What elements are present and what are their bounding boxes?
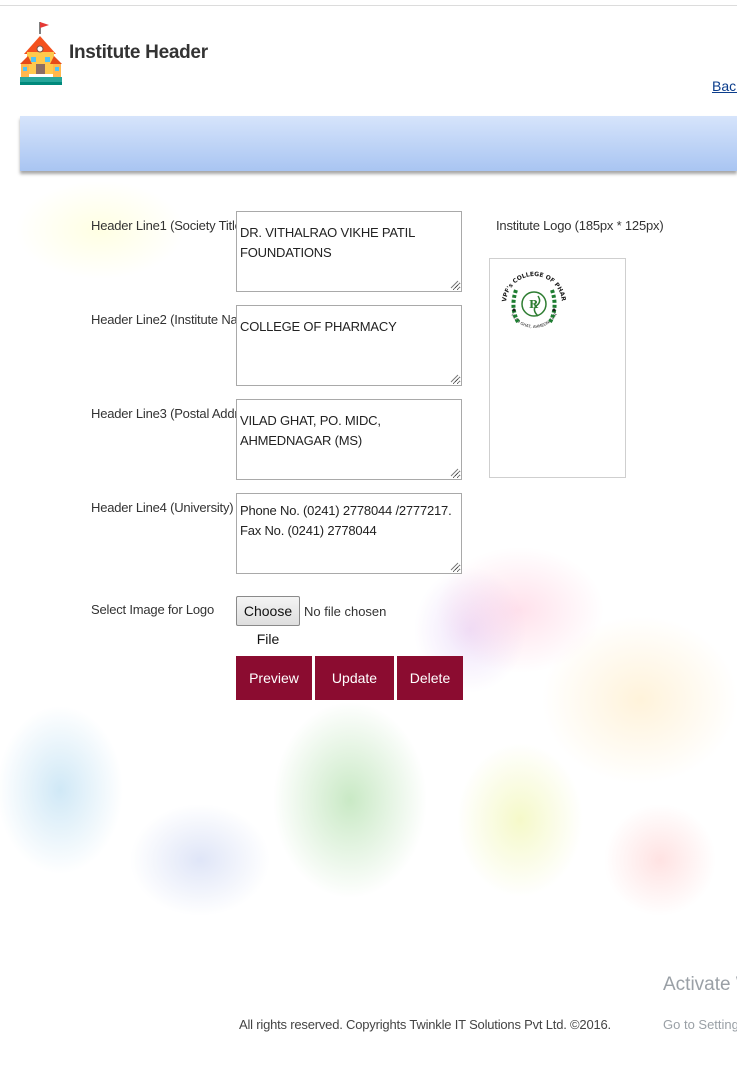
choose-file-button[interactable]: Choose File bbox=[236, 596, 300, 647]
activate-windows-watermark: Activate Wi bbox=[663, 974, 737, 995]
college-logo: DR. VVPF's COLLEGE OF PHARMACY VILAD GHA… bbox=[494, 264, 572, 342]
postal-address-value: VILAD GHAT, PO. MIDC, AHMEDNAGAR (MS) bbox=[240, 413, 381, 448]
university-textarea[interactable]: Phone No. (0241) 2778044 /2777217. Fax N… bbox=[236, 493, 462, 574]
footer-copyright: All rights reserved. Copyrights Twinkle … bbox=[239, 1017, 611, 1032]
resize-grip-icon[interactable] bbox=[450, 562, 459, 571]
institute-name-textarea[interactable]: COLLEGE OF PHARMACY bbox=[236, 305, 462, 386]
resize-grip-icon[interactable] bbox=[450, 374, 459, 383]
file-status-text: No file chosen bbox=[304, 604, 387, 619]
society-title-textarea[interactable]: DR. VITHALRAO VIKHE PATIL FOUNDATIONS bbox=[236, 211, 462, 292]
back-link[interactable]: Back bbox=[712, 78, 737, 94]
logo-select-label: Select Image for Logo bbox=[91, 602, 214, 617]
page-title: Institute Header bbox=[69, 42, 208, 63]
top-border bbox=[0, 5, 737, 6]
logo-preview-box: DR. VVPF's COLLEGE OF PHARMACY VILAD GHA… bbox=[489, 258, 626, 478]
postal-address-textarea[interactable]: VILAD GHAT, PO. MIDC, AHMEDNAGAR (MS) bbox=[236, 399, 462, 480]
society-title-value: DR. VITHALRAO VIKHE PATIL FOUNDATIONS bbox=[240, 225, 415, 260]
institute-name-label: Header Line2 (Institute Name) bbox=[91, 312, 260, 327]
preview-button[interactable]: Preview bbox=[236, 656, 312, 700]
institute-name-value: COLLEGE OF PHARMACY bbox=[240, 319, 397, 334]
resize-grip-icon[interactable] bbox=[450, 468, 459, 477]
society-title-label: Header Line1 (Society Title) bbox=[91, 218, 246, 233]
header-bar bbox=[20, 116, 737, 171]
school-building-icon bbox=[20, 22, 62, 85]
logo-label: Institute Logo (185px * 125px) bbox=[496, 218, 664, 233]
university-label: Header Line4 (University) bbox=[91, 500, 234, 515]
delete-button[interactable]: Delete bbox=[397, 656, 463, 700]
update-button[interactable]: Update bbox=[315, 656, 394, 700]
activate-windows-subtext: Go to Settings bbox=[663, 1017, 737, 1032]
resize-grip-icon[interactable] bbox=[450, 280, 459, 289]
university-value: Phone No. (0241) 2778044 /2777217. Fax N… bbox=[240, 503, 452, 538]
